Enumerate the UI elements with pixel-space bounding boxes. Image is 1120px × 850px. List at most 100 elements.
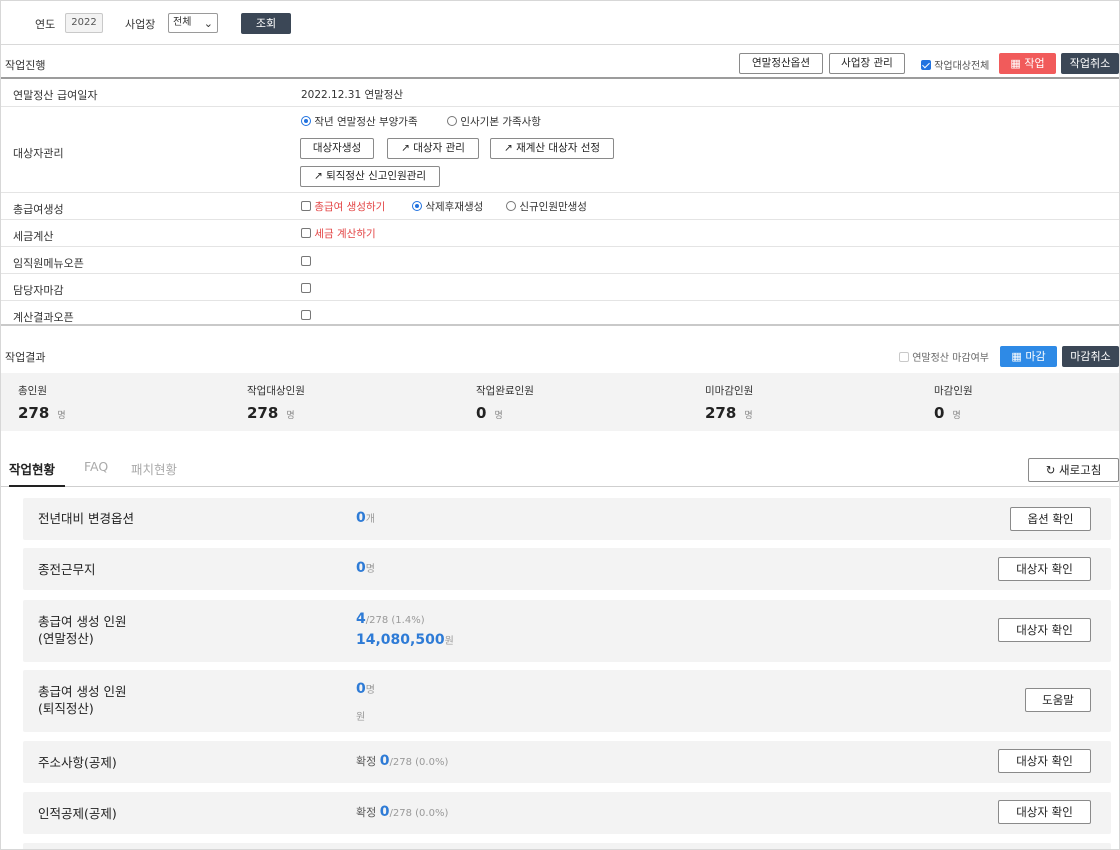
retire-report-label: 퇴직정산 신고인원관리 bbox=[326, 170, 427, 182]
radio-new-only[interactable]: 신규인원만생성 bbox=[506, 199, 587, 214]
card-unit: 명 bbox=[365, 685, 375, 696]
help-button[interactable]: 도움말 bbox=[1025, 688, 1091, 712]
row-employee-open: 임직원메뉴오픈 bbox=[1, 247, 1119, 274]
checkbox-icon[interactable] bbox=[899, 352, 909, 362]
check-options-button[interactable]: 옵션 확인 bbox=[1010, 507, 1091, 531]
external-link-icon: ↗ bbox=[503, 142, 513, 154]
card-title: 총급여 생성 인원 (퇴직정산) bbox=[38, 683, 126, 717]
card-bonus-retire: 총급여 생성 인원 (퇴직정산) 0명 원 도움말 bbox=[23, 670, 1111, 732]
calendar-icon: ▦ bbox=[1011, 350, 1022, 363]
check-targets-button[interactable]: 대상자 확인 bbox=[998, 749, 1091, 773]
radio-hr-family[interactable]: 인사기본 가족사항 bbox=[447, 114, 541, 129]
tax-check-label: 세금 계산하기 bbox=[314, 228, 376, 240]
radio-selected-icon[interactable] bbox=[301, 116, 311, 126]
checkbox-icon[interactable] bbox=[301, 228, 311, 238]
card-unit: 명 bbox=[365, 564, 375, 575]
refresh-button[interactable]: ↻ 새로고침 bbox=[1028, 458, 1119, 482]
manage-targets-label: 대상자 관리 bbox=[413, 142, 465, 154]
stat-label: 미마감인원 bbox=[705, 385, 754, 397]
card-amount-value: 14,080,500 bbox=[356, 632, 445, 648]
bonus-check[interactable]: 총급여 생성하기 bbox=[301, 199, 385, 214]
close-button[interactable]: ▦ 마감 bbox=[1000, 346, 1057, 367]
recalc-targets-button[interactable]: ↗ 재계산 대상자 선정 bbox=[490, 138, 614, 159]
row-manager-close: 담당자마감 bbox=[1, 274, 1119, 301]
tab-work-status[interactable]: 작업현황 bbox=[9, 459, 55, 478]
all-targets-toggle[interactable]: 작업대상전체 bbox=[921, 57, 989, 72]
card-value: 0개 bbox=[356, 510, 375, 526]
recalc-targets-label: 재계산 대상자 선정 bbox=[516, 142, 601, 154]
card-amount: 14,080,500원 bbox=[356, 632, 454, 648]
stat-unit: 명 bbox=[494, 411, 503, 421]
card-title: 전년대비 변경옵션 bbox=[38, 511, 134, 526]
card-prefix: 확정 bbox=[356, 755, 377, 768]
manager-close-checkbox[interactable] bbox=[301, 283, 311, 293]
cancel-work-button[interactable]: 작업취소 bbox=[1061, 53, 1119, 74]
card-next-partial bbox=[23, 843, 1111, 849]
year-input[interactable]: 2022 bbox=[65, 13, 103, 33]
create-targets-button[interactable]: 대상자생성 bbox=[300, 138, 374, 159]
bonus-label: 총급여생성 bbox=[13, 203, 64, 216]
close-button-label: 마감 bbox=[1025, 350, 1046, 363]
card-value: 4/278 (1.4%) bbox=[356, 611, 425, 627]
result-section-title: 작업결과 bbox=[5, 351, 46, 364]
check-targets-button[interactable]: 대상자 확인 bbox=[998, 800, 1091, 824]
tax-check[interactable]: 세금 계산하기 bbox=[301, 226, 376, 241]
radio-selected-icon[interactable] bbox=[412, 201, 422, 211]
card-prefix: 확정 bbox=[356, 806, 377, 819]
checked-checkbox-icon[interactable] bbox=[921, 60, 931, 70]
stat-value: 0 bbox=[476, 404, 487, 422]
card-value: 0명 bbox=[356, 560, 375, 576]
run-button[interactable]: ▦ 작업 bbox=[999, 53, 1056, 74]
radio-icon[interactable] bbox=[447, 116, 457, 126]
checkbox-icon[interactable] bbox=[301, 201, 311, 211]
site-manage-button[interactable]: 사업장 관리 bbox=[829, 53, 905, 74]
tab-faq[interactable]: FAQ bbox=[84, 459, 108, 474]
card-amount: 원 bbox=[356, 708, 365, 723]
card-title-line2: (퇴직정산) bbox=[38, 701, 94, 716]
settlement-options-button[interactable]: 연말정산옵션 bbox=[739, 53, 823, 74]
card-address: 주소사항(공제) 확정 0/278 (0.0%) 대상자 확인 bbox=[23, 741, 1111, 783]
close-cancel-button[interactable]: 마감취소 bbox=[1062, 346, 1119, 367]
stat-value: 0 bbox=[934, 404, 945, 422]
row-tax: 세금계산 세금 계산하기 bbox=[1, 220, 1119, 247]
result-open-checkbox[interactable] bbox=[301, 310, 311, 320]
card-value: 확정 0/278 (0.0%) bbox=[356, 753, 448, 769]
tab-patch[interactable]: 패치현황 bbox=[131, 459, 177, 478]
result-stats: 총인원 278 명 작업대상인원 278 명 작업완료인원 0명 미마감인원 278… bbox=[1, 373, 1119, 431]
check-targets-button[interactable]: 대상자 확인 bbox=[998, 618, 1091, 642]
card-value: 0명 bbox=[356, 681, 375, 697]
check-targets-button[interactable]: 대상자 확인 bbox=[998, 557, 1091, 581]
radio-hr-family-label: 인사기본 가족사항 bbox=[460, 116, 541, 128]
year-label: 연도 bbox=[35, 18, 56, 31]
site-select-value: 전체 bbox=[173, 17, 192, 28]
stat-total: 총인원 278 명 bbox=[18, 383, 66, 422]
card-number: 0 bbox=[356, 681, 366, 697]
refresh-icon: ↻ bbox=[1045, 463, 1056, 477]
card-unit: 개 bbox=[365, 514, 375, 525]
radio-icon[interactable] bbox=[506, 201, 516, 211]
progress-section-title: 작업진행 bbox=[5, 59, 46, 72]
retire-report-button[interactable]: ↗ 퇴직정산 신고인원관리 bbox=[300, 166, 440, 187]
radio-prev-year[interactable]: 작년 연말정산 부양가족 bbox=[301, 114, 418, 129]
close-flag-toggle[interactable]: 연말정산 마감여부 bbox=[899, 349, 989, 364]
bonus-check-label: 총급여 생성하기 bbox=[314, 201, 386, 213]
stat-label: 마감인원 bbox=[934, 385, 973, 397]
card-option-change: 전년대비 변경옵션 0개 옵션 확인 bbox=[23, 498, 1111, 540]
result-open-label: 계산결과오픈 bbox=[13, 311, 74, 324]
card-number: 0 bbox=[379, 804, 390, 820]
card-extra: /278 (1.4%) bbox=[365, 615, 425, 626]
query-button[interactable]: 조회 bbox=[241, 13, 291, 34]
radio-delete-regen-label: 삭제후재생성 bbox=[425, 201, 484, 213]
stat-value: 278 bbox=[247, 404, 279, 422]
manage-targets-button[interactable]: ↗ 대상자 관리 bbox=[387, 138, 479, 159]
close-flag-label: 연말정산 마감여부 bbox=[912, 353, 989, 364]
card-extra: /278 (0.0%) bbox=[389, 808, 449, 819]
radio-delete-regen[interactable]: 삭제후재생성 bbox=[412, 199, 483, 214]
stat-unit: 명 bbox=[744, 411, 753, 421]
stat-target: 작업대상인원 278 명 bbox=[247, 383, 305, 422]
employee-open-checkbox[interactable] bbox=[301, 256, 311, 266]
site-select[interactable]: 전체 ⌄ bbox=[168, 13, 218, 33]
row-result-open: 계산결과오픈 bbox=[1, 301, 1119, 326]
card-amount-unit: 원 bbox=[356, 712, 366, 723]
run-button-label: 작업 bbox=[1024, 57, 1045, 70]
